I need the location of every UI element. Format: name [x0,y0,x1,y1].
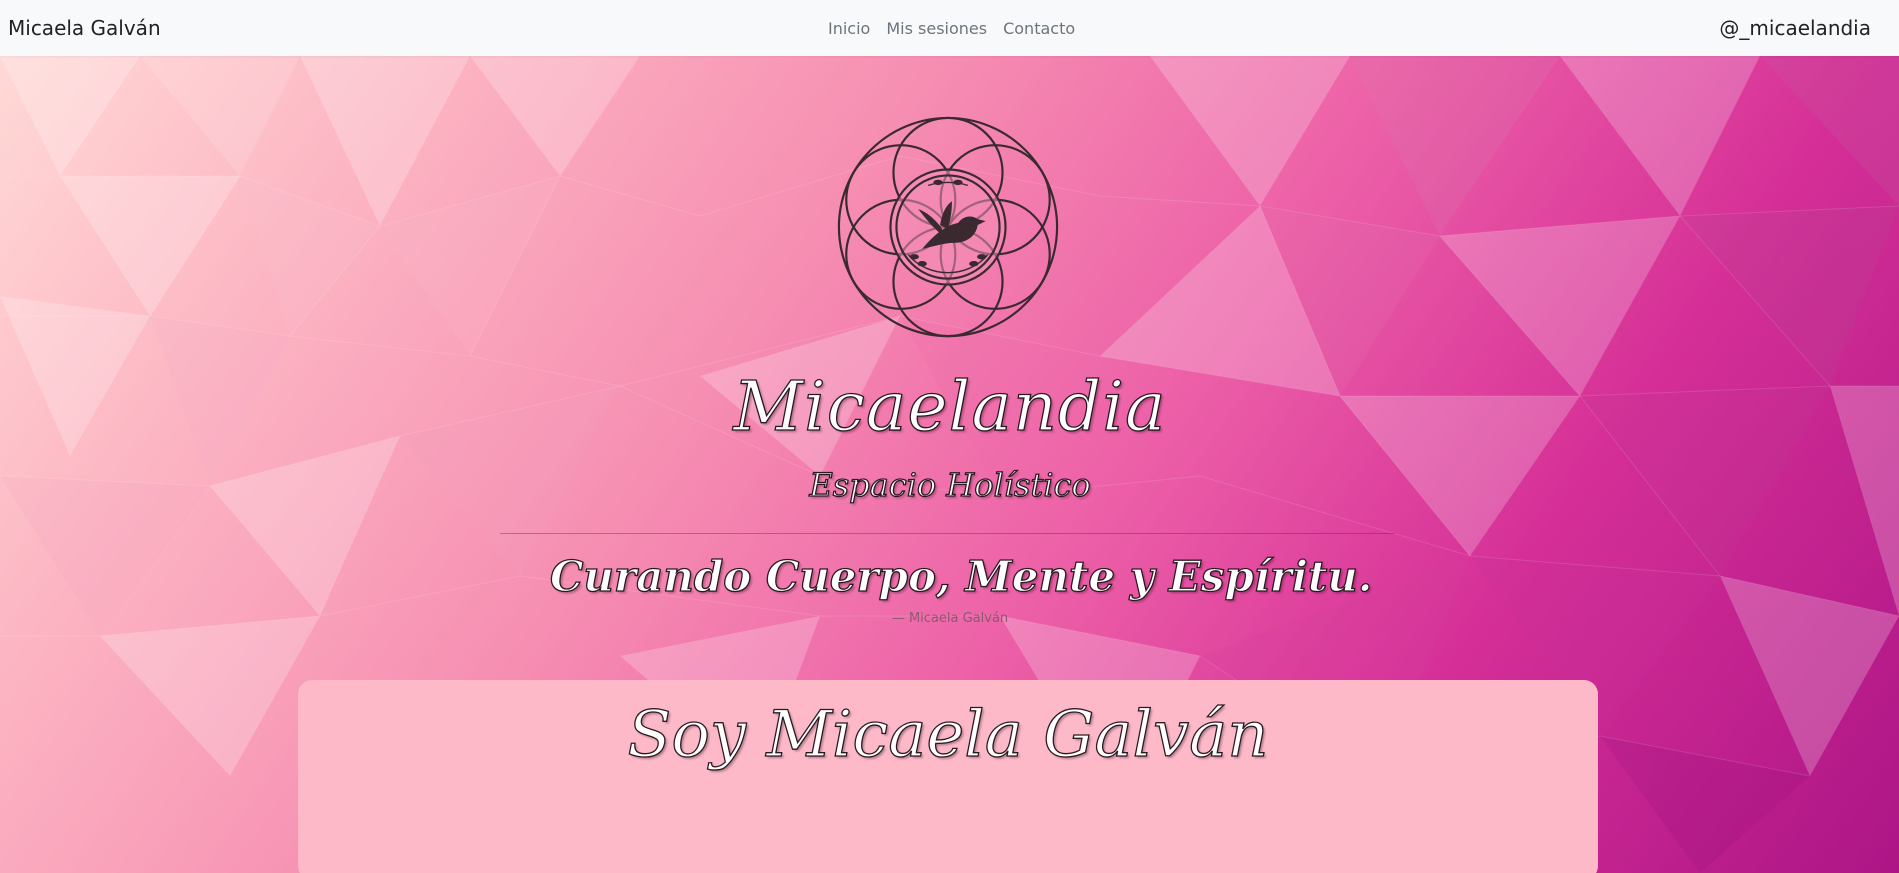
about-card-title: Soy Micaela Galván [627,697,1269,772]
hero-subtitle: Espacio Holístico [809,465,1092,504]
flower-of-life-bird-icon [837,116,1059,338]
hero-divider [500,533,1395,534]
brand-link[interactable]: Micaela Galván [8,0,161,56]
nav-link-inicio[interactable]: Inicio [828,19,870,38]
nav-link-mis-sesiones[interactable]: Mis sesiones [886,19,987,38]
hero-quote: Curando Cuerpo, Mente y Espíritu. [549,551,1373,601]
quote-author: — Micaela Galván [891,611,1009,626]
nav-links: Inicio Mis sesiones Contacto [828,0,1075,56]
about-card: Soy Micaela Galván [298,680,1598,873]
hero-title: Micaelandia [733,367,1167,447]
top-navbar: Micaela Galván Inicio Mis sesiones Conta… [0,0,1899,56]
social-handle[interactable]: @_micaelandia [1719,0,1871,56]
nav-link-contacto[interactable]: Contacto [1003,19,1075,38]
